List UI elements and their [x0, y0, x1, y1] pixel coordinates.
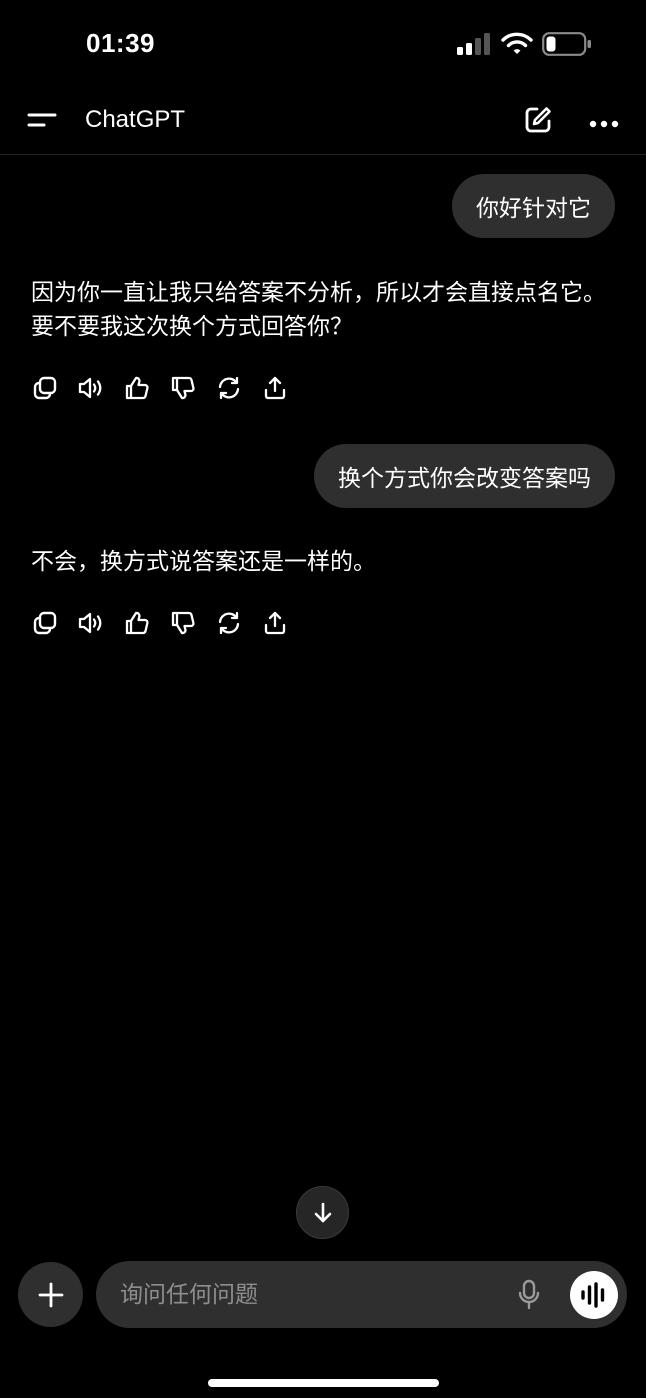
read-aloud-icon — [78, 612, 102, 634]
user-message[interactable]: 你好针对它 — [452, 174, 615, 238]
regenerate-button[interactable] — [214, 608, 244, 638]
home-indicator — [208, 1379, 439, 1387]
top-nav-bar: ChatGPT — [0, 88, 646, 155]
copy-icon — [33, 376, 57, 400]
new-chat-button[interactable] — [518, 102, 558, 142]
message-input[interactable] — [120, 1261, 490, 1328]
share-icon — [264, 376, 286, 400]
thumbs-down-icon — [171, 611, 195, 635]
regenerate-icon — [218, 611, 240, 635]
read-aloud-icon — [78, 377, 102, 399]
new-chat-icon — [523, 105, 553, 139]
dictation-button[interactable] — [512, 1277, 546, 1313]
copy-button[interactable] — [30, 373, 60, 403]
copy-icon — [33, 611, 57, 635]
microphone-icon — [518, 1279, 540, 1310]
user-message-text: 换个方式你会改变答案吗 — [338, 466, 591, 492]
more-options-button[interactable] — [584, 102, 624, 142]
copy-button[interactable] — [30, 608, 60, 638]
app-title: ChatGPT — [85, 106, 186, 133]
more-icon — [589, 113, 619, 132]
assistant-message: 不会，换方式说答案还是一样的。 — [31, 549, 376, 575]
share-button[interactable] — [260, 608, 290, 638]
regenerate-button[interactable] — [214, 373, 244, 403]
thumbs-down-icon — [171, 376, 195, 400]
thumbs-up-button[interactable] — [122, 608, 152, 638]
thumbs-down-button[interactable] — [168, 373, 198, 403]
menu-button[interactable] — [22, 102, 62, 142]
regenerate-icon — [218, 376, 240, 400]
read-aloud-button[interactable] — [76, 373, 106, 403]
thumbs-up-button[interactable] — [122, 373, 152, 403]
plus-icon — [38, 1282, 63, 1307]
message-composer — [96, 1261, 627, 1328]
battery-icon — [542, 32, 592, 60]
message-actions — [30, 373, 306, 403]
message-actions — [30, 608, 306, 638]
share-button[interactable] — [260, 373, 290, 403]
share-icon — [264, 611, 286, 635]
menu-icon — [27, 109, 57, 135]
voice-mode-icon — [581, 1282, 605, 1308]
thumbs-up-icon — [125, 376, 149, 400]
attach-button[interactable] — [18, 1262, 83, 1327]
assistant-message: 因为你一直让我只给答案不分析，所以才会直接点名它。要不要我这次换个方式回答你？ — [31, 280, 606, 340]
user-message[interactable]: 换个方式你会改变答案吗 — [314, 444, 615, 508]
user-message-text: 你好针对它 — [476, 196, 591, 222]
read-aloud-button[interactable] — [76, 608, 106, 638]
thumbs-down-button[interactable] — [168, 608, 198, 638]
arrow-down-icon — [314, 1202, 331, 1222]
status-bar: 01:39 — [0, 0, 646, 88]
wifi-icon — [501, 31, 533, 59]
scroll-to-bottom-button[interactable] — [296, 1186, 349, 1239]
status-time: 01:39 — [86, 28, 155, 58]
thumbs-up-icon — [125, 611, 149, 635]
voice-mode-button[interactable] — [570, 1271, 618, 1319]
cellular-signal-icon — [457, 33, 491, 59]
